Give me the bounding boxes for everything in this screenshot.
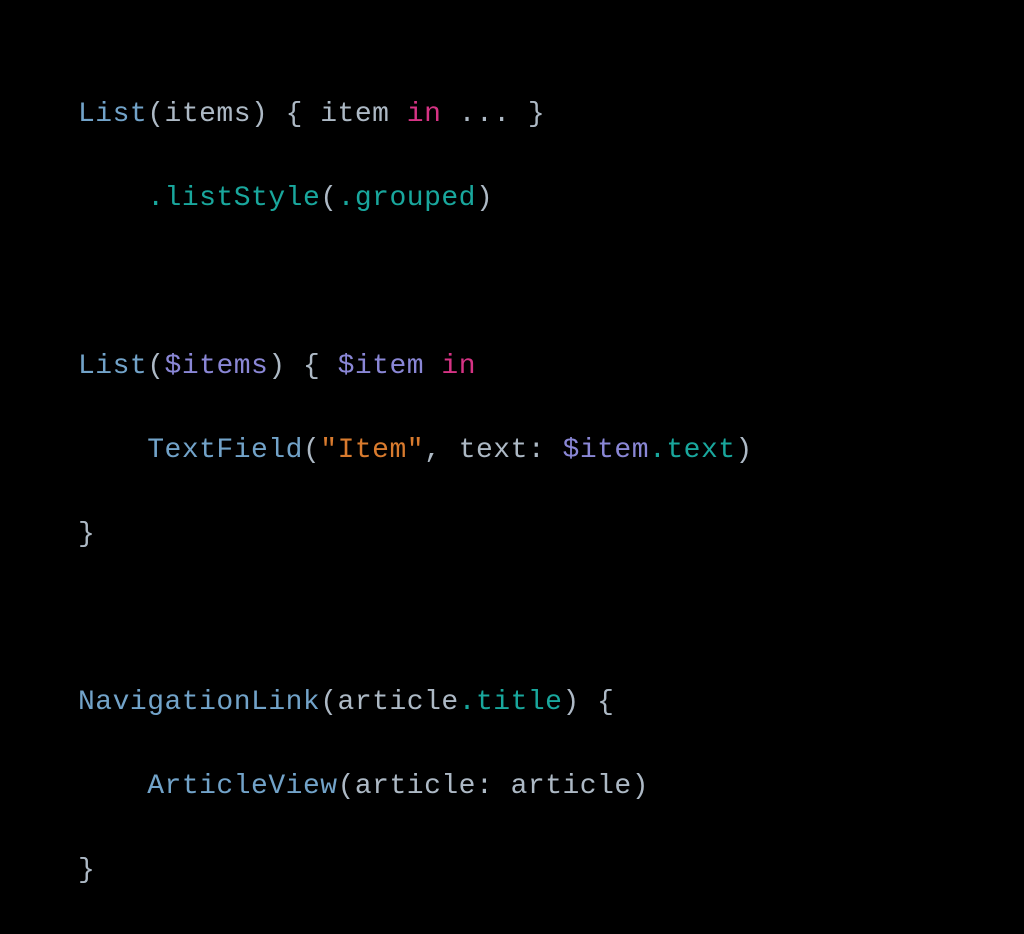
string-token: "Item" [320, 435, 424, 466]
method-token: .text [649, 435, 736, 466]
code-token [424, 351, 441, 382]
code-token: ) [476, 183, 493, 214]
code-line-4: TextField("Item", text: $item.text) [78, 430, 946, 472]
code-line-6: NavigationLink(article.title) { [78, 682, 946, 724]
code-line-3: List($items) { $item in [78, 346, 946, 388]
method-token: .listStyle [147, 183, 320, 214]
code-token: ( [303, 435, 320, 466]
code-token: ) { [563, 687, 615, 718]
code-token: ( [320, 183, 337, 214]
blank-line [78, 598, 946, 640]
code-token: (article [320, 687, 458, 718]
type-token: NavigationLink [78, 687, 320, 718]
indent-token [78, 771, 147, 802]
code-token: (article: article) [338, 771, 649, 802]
indent-token [78, 435, 147, 466]
method-token: .title [459, 687, 563, 718]
code-token: (items) { item [147, 99, 407, 130]
method-token: .grouped [338, 183, 476, 214]
type-token: TextField [147, 435, 303, 466]
code-line-1: List(items) { item in ... } [78, 94, 946, 136]
code-line-5: } [78, 514, 946, 556]
keyword-token: in [441, 351, 476, 382]
type-token: ArticleView [147, 771, 337, 802]
code-token: ) [736, 435, 753, 466]
code-token: ... } [441, 99, 545, 130]
code-line-8: } [78, 850, 946, 892]
type-token: List [78, 99, 147, 130]
code-token: ( [147, 351, 164, 382]
binding-token: $items [165, 351, 269, 382]
code-token: } [78, 519, 95, 550]
blank-line [78, 262, 946, 304]
code-token: } [78, 855, 95, 886]
keyword-token: in [407, 99, 442, 130]
code-snippet: List(items) { item in ... } .listStyle(.… [78, 52, 946, 934]
binding-token: $item [563, 435, 650, 466]
type-token: List [78, 351, 147, 382]
code-line-7: ArticleView(article: article) [78, 766, 946, 808]
indent-token [78, 183, 147, 214]
code-token: ) { [268, 351, 337, 382]
code-token: , text: [424, 435, 562, 466]
binding-token: $item [338, 351, 425, 382]
code-line-2: .listStyle(.grouped) [78, 178, 946, 220]
